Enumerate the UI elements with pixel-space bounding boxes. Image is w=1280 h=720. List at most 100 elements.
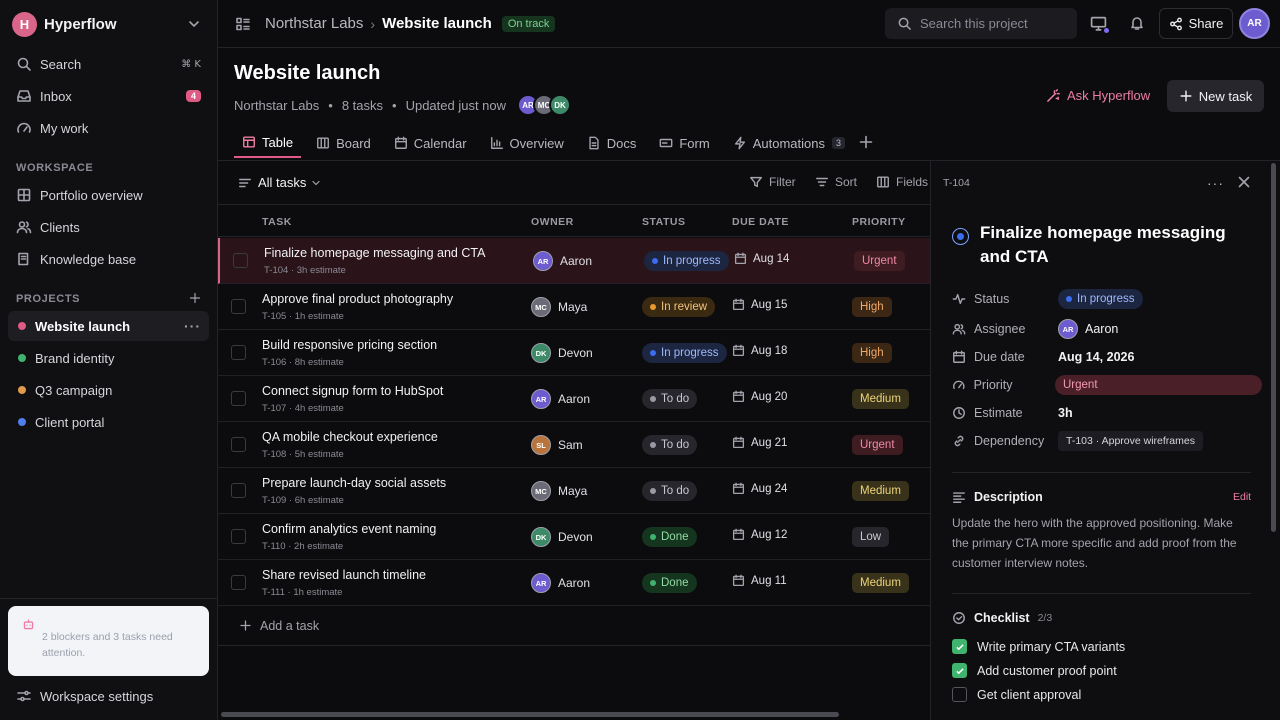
sidebar-project-website-launch[interactable]: Website launch ··· (8, 311, 209, 341)
status-badge[interactable]: To do (642, 389, 698, 409)
estimate-value[interactable]: 3h (1058, 406, 1073, 420)
task-owner[interactable]: AR Aaron (531, 573, 590, 593)
column-header-due-date[interactable]: DUE DATE (732, 216, 789, 228)
filter-button[interactable]: Filter (749, 175, 796, 189)
task-title[interactable]: Finalize homepage messaging and CTA (264, 246, 485, 260)
row-checkbox[interactable] (231, 483, 246, 498)
table-row[interactable]: Confirm analytics event naming T-110 · 2h… (218, 514, 930, 560)
row-checkbox[interactable] (231, 299, 246, 314)
status-badge[interactable]: To do (642, 481, 698, 501)
edit-description-link[interactable]: Edit (1233, 491, 1251, 503)
tab-docs[interactable]: Docs (579, 128, 645, 158)
view-selector[interactable]: All tasks (238, 175, 322, 190)
property-value[interactable]: In progress (1058, 289, 1143, 309)
more-options-icon[interactable]: ··· (1207, 175, 1224, 191)
new-task-button[interactable]: New task (1167, 80, 1264, 112)
sidebar-toggle-icon[interactable] (235, 16, 251, 32)
priority-badge[interactable]: Medium (852, 573, 909, 593)
fields-button[interactable]: Fields (876, 175, 928, 189)
checklist-item[interactable]: Get client approval (952, 687, 1081, 702)
tab-overview[interactable]: Overview (482, 128, 572, 158)
due-date[interactable]: Aug 15 (732, 298, 787, 311)
task-title[interactable]: Build responsive pricing section (262, 338, 437, 352)
sidebar-inbox[interactable]: Inbox 4 (8, 81, 209, 111)
sidebar-search[interactable]: Search ⌘ K (8, 49, 209, 79)
priority-badge[interactable]: High (852, 297, 892, 317)
checkbox-checked[interactable] (952, 663, 967, 678)
member-avatars[interactable]: AR MC DK (517, 94, 572, 116)
priority-badge[interactable]: Medium (852, 389, 909, 409)
row-checkbox[interactable] (231, 391, 246, 406)
checklist-item[interactable]: Add customer proof point (952, 663, 1117, 678)
checkbox-checked[interactable] (952, 639, 967, 654)
status-indicator-icon[interactable] (952, 228, 969, 245)
due-date[interactable]: Aug 12 (732, 528, 787, 541)
column-header-priority[interactable]: PRIORITY (852, 216, 906, 228)
sidebar-my-work[interactable]: My work (8, 113, 209, 143)
row-checkbox[interactable] (231, 575, 246, 590)
task-owner[interactable]: DK Devon (531, 343, 593, 363)
project-status-badge[interactable]: On track (501, 15, 556, 32)
add-task-button[interactable]: Add a task (218, 606, 930, 646)
task-owner[interactable]: MC Maya (531, 481, 587, 501)
horizontal-scrollbar[interactable] (221, 712, 839, 717)
sidebar-project-q3-campaign[interactable]: Q3 campaign (8, 375, 209, 405)
property-value[interactable]: T-103 · Approve wireframes (1058, 431, 1203, 451)
due-date[interactable]: Aug 14 (734, 252, 789, 265)
task-owner[interactable]: AR Aaron (533, 251, 592, 271)
priority-badge[interactable]: High (852, 343, 892, 363)
status-badge[interactable]: In review (642, 297, 716, 317)
table-row[interactable]: Build responsive pricing section T-106 · … (218, 330, 930, 376)
sidebar-portfolio-overview[interactable]: Portfolio overview (8, 180, 209, 210)
column-header-task[interactable]: TASK (262, 216, 292, 228)
close-icon[interactable] (1236, 174, 1252, 190)
tab-automations[interactable]: Automations 3 (725, 128, 853, 158)
attention-notice[interactable]: 2 blockers and 3 tasks need attention. (8, 606, 209, 676)
sidebar-project-brand-identity[interactable]: Brand identity (8, 343, 209, 373)
table-row[interactable]: QA mobile checkout experience T-108 · 5h … (218, 422, 930, 468)
tab-form[interactable]: Form (651, 128, 717, 158)
task-title[interactable]: Connect signup form to HubSpot (262, 384, 443, 398)
property-value[interactable]: AR Aaron (1058, 319, 1118, 339)
priority-badge[interactable]: Urgent (852, 435, 903, 455)
dependency-chip[interactable]: T-103 · Approve wireframes (1058, 431, 1203, 451)
breadcrumb-project[interactable]: Website launch (382, 15, 492, 32)
tab-table[interactable]: Table (234, 128, 302, 158)
project-search-input[interactable]: Search this project (885, 8, 1077, 39)
column-header-status[interactable]: STATUS (642, 216, 685, 228)
task-title[interactable]: Share revised launch timeline (262, 568, 426, 582)
tab-calendar[interactable]: Calendar (386, 128, 475, 158)
table-row[interactable]: Finalize homepage messaging and CTA T-104… (218, 238, 930, 284)
column-header-owner[interactable]: OWNER (531, 216, 574, 228)
workspace-settings[interactable]: Workspace settings (8, 681, 209, 711)
task-title[interactable]: Finalize homepage messaging and CTA (980, 221, 1260, 269)
task-owner[interactable]: DK Devon (531, 527, 593, 547)
due-date[interactable]: Aug 20 (732, 390, 787, 403)
status-badge[interactable]: Done (642, 527, 697, 547)
workspace-switcher[interactable]: H Hyperflow (12, 11, 206, 37)
due-date[interactable]: Aug 11 (732, 574, 787, 587)
add-view-icon[interactable] (858, 134, 874, 150)
status-badge[interactable]: To do (642, 435, 698, 455)
more-options-icon[interactable]: ··· (184, 318, 201, 334)
task-title[interactable]: Approve final product photography (262, 292, 453, 306)
table-row[interactable]: Approve final product photography T-105 ·… (218, 284, 930, 330)
checkbox-unchecked[interactable] (952, 687, 967, 702)
sidebar-clients[interactable]: Clients (8, 212, 209, 242)
add-project-icon[interactable] (189, 292, 201, 304)
task-title[interactable]: Prepare launch-day social assets (262, 476, 446, 490)
share-button[interactable]: Share (1159, 8, 1233, 39)
sidebar-knowledge-base[interactable]: Knowledge base (8, 244, 209, 274)
task-owner[interactable]: AR Aaron (531, 389, 590, 409)
user-avatar[interactable]: AR (1239, 8, 1270, 39)
table-row[interactable]: Prepare launch-day social assets T-109 · … (218, 468, 930, 514)
task-owner[interactable]: SL Sam (531, 435, 583, 455)
monitor-button[interactable] (1090, 15, 1109, 33)
table-row[interactable]: Connect signup form to HubSpot T-107 · 4h… (218, 376, 930, 422)
status-pill[interactable]: In progress (1058, 289, 1143, 309)
ask-hyperflow-button[interactable]: Ask Hyperflow (1046, 88, 1150, 103)
status-badge[interactable]: In progress (642, 343, 727, 363)
property-value[interactable]: Urgent (1055, 375, 1262, 395)
sidebar-project-client-portal[interactable]: Client portal (8, 407, 209, 437)
due-date[interactable]: Aug 24 (732, 482, 787, 495)
